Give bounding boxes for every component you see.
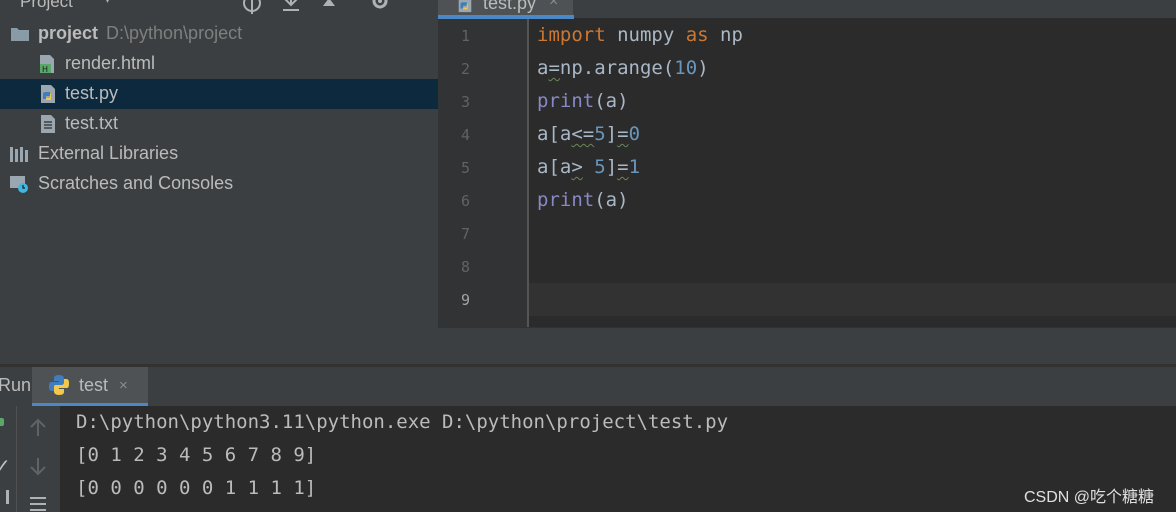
collapse-all-icon[interactable] <box>280 0 302 12</box>
project-path: D:\python\project <box>106 23 243 43</box>
code-line-1: import numpy as np <box>537 24 743 46</box>
stop-icon[interactable] <box>0 490 9 504</box>
tree-item-label: test.py <box>65 83 119 103</box>
gutter-separator <box>527 19 529 327</box>
tree-item-label: External Libraries <box>38 143 179 163</box>
console-line: [0 0 0 0 0 0 1 1 1 1] <box>76 477 317 499</box>
toolbar-separator <box>16 406 17 512</box>
run-toolbar: ✓ <box>0 406 60 512</box>
code-line-4: a[a<=5]=0 <box>537 123 641 145</box>
run-tab-label: test <box>79 375 109 395</box>
tree-item-scratches[interactable]: Scratches and Consoles <box>0 169 438 199</box>
python-file-icon <box>458 0 472 13</box>
close-icon[interactable]: × <box>549 0 558 11</box>
chevron-down-icon[interactable]: ▾ <box>104 0 111 8</box>
line-number: 1 <box>460 27 470 45</box>
libraries-icon <box>10 147 28 162</box>
code-line-2: a=np.arange(10) <box>537 57 709 79</box>
line-number: 5 <box>460 159 470 177</box>
wrench-icon[interactable]: ✓ <box>0 454 11 479</box>
tree-item-project[interactable]: project D:\python\project <box>0 19 438 49</box>
line-number: 2 <box>460 60 470 78</box>
python-file-icon <box>41 85 55 103</box>
soft-wrap-icon[interactable] <box>28 494 48 512</box>
line-number: 7 <box>460 225 470 243</box>
editor-tab-label: test.py <box>483 0 537 13</box>
close-icon[interactable]: × <box>119 377 128 394</box>
console-line: D:\python\python3.11\python.exe D:\pytho… <box>76 411 729 433</box>
line-number: 8 <box>460 258 470 276</box>
tree-item-label: test.txt <box>65 113 119 133</box>
python-icon <box>49 375 69 395</box>
console-line: [0 1 2 3 4 5 6 7 8 9] <box>76 444 317 466</box>
run-label: Run: <box>0 375 37 395</box>
code-line-6: print(a) <box>537 189 629 211</box>
arrow-down-icon[interactable] <box>28 456 48 476</box>
html-file-icon: H <box>40 55 54 74</box>
line-number: 3 <box>460 93 470 111</box>
line-number: 6 <box>460 192 470 210</box>
tree-item-label: render.html <box>65 53 156 73</box>
tree-item-test-py[interactable]: test.py <box>0 79 438 109</box>
line-number-active: 9 <box>460 291 470 309</box>
project-name: project <box>38 23 99 43</box>
editor-breadcrumb-bar <box>438 327 1176 365</box>
scratches-icon <box>10 176 28 193</box>
tree-item-external-libraries[interactable]: External Libraries <box>0 139 438 169</box>
svg-text:H: H <box>42 65 48 74</box>
gear-icon[interactable] <box>369 0 391 12</box>
tree-item-render-html[interactable]: H render.html <box>0 49 438 79</box>
text-file-icon <box>41 115 55 133</box>
line-number: 4 <box>460 126 470 144</box>
project-panel-title[interactable]: Project <box>20 0 73 12</box>
hide-icon[interactable] <box>320 0 338 10</box>
folder-icon <box>11 28 29 41</box>
code-line-3: print(a) <box>537 90 629 112</box>
tree-item-label: Scratches and Consoles <box>38 173 234 193</box>
project-panel-header: Project ▾ <box>0 0 438 14</box>
watermark: CSDN @吃个糖糖 <box>1024 489 1155 506</box>
code-line-5: a[a> 5]=1 <box>537 156 641 178</box>
arrow-up-icon[interactable] <box>28 418 48 438</box>
tree-item-test-txt[interactable]: test.txt <box>0 109 438 139</box>
locate-file-icon[interactable] <box>241 0 263 14</box>
rerun-icon[interactable] <box>0 418 4 426</box>
caret-row-highlight <box>529 283 1176 316</box>
